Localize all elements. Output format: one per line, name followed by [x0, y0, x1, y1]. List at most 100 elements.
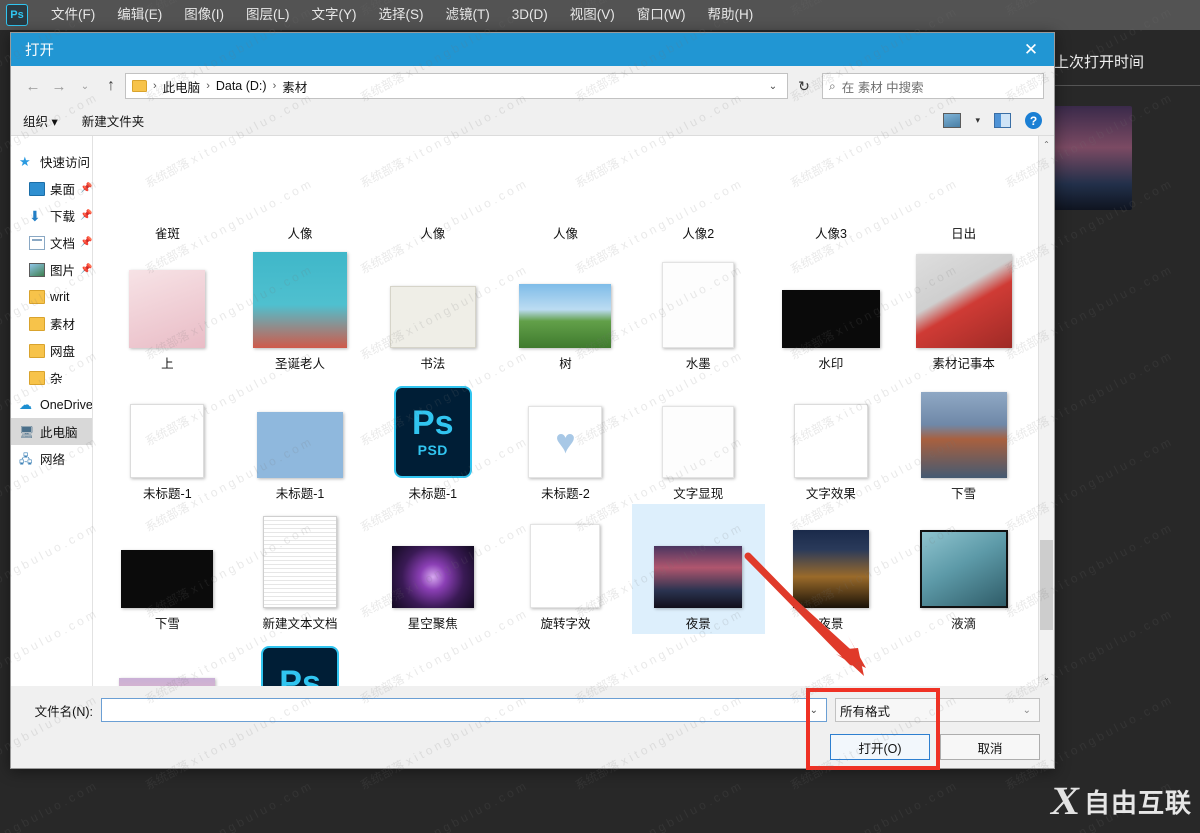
menu-item-3[interactable]: 图层(L)	[235, 0, 301, 30]
breadcrumb-data-drive[interactable]: Data (D:)	[213, 79, 270, 93]
file-label: 未标题-1	[143, 487, 192, 501]
menu-item-10[interactable]: 帮助(H)	[696, 0, 764, 30]
menu-item-0[interactable]: 文件(F)	[40, 0, 106, 30]
scrollbar-thumb[interactable]	[1040, 540, 1053, 630]
file-item[interactable]: 圣诞老人	[234, 244, 367, 374]
file-item[interactable]: 文字显现	[632, 374, 765, 504]
file-item[interactable]: 新建文本文档	[234, 504, 367, 634]
file-item[interactable]: 未标题-1	[101, 374, 234, 504]
close-icon[interactable]: ✕	[1008, 33, 1054, 66]
sidebar-item-8[interactable]: 杂	[11, 364, 92, 391]
chevron-down-icon[interactable]: ⌄	[1019, 705, 1035, 716]
preview-pane-icon[interactable]	[994, 113, 1011, 128]
file-item[interactable]: 人像	[366, 136, 499, 244]
file-thumbnail	[662, 406, 735, 478]
sidebar-item-label: 杂	[50, 372, 63, 386]
sidebar-item-2[interactable]: ⬇ 下载 📌	[11, 202, 92, 229]
breadcrumb-this-pc[interactable]: 此电脑	[160, 77, 204, 96]
file-label: 水印	[818, 357, 844, 371]
back-icon[interactable]: ←	[21, 73, 45, 99]
filetype-select[interactable]: 所有格式 ⌄	[835, 698, 1040, 722]
organize-button[interactable]: 组织 ▾	[23, 111, 58, 130]
sidebar-item-5[interactable]: writ	[11, 283, 92, 310]
menu-item-8[interactable]: 视图(V)	[559, 0, 626, 30]
file-item[interactable]: 人像	[234, 136, 367, 244]
file-item-selected[interactable]: 夜景	[631, 504, 765, 634]
file-thumbnail	[919, 530, 1008, 608]
breadcrumb-current-folder[interactable]: 素材	[279, 77, 310, 96]
menu-item-1[interactable]: 编辑(E)	[106, 0, 173, 30]
file-label: 人像2	[682, 227, 715, 241]
sidebar-item-6[interactable]: 素材	[11, 310, 92, 337]
sidebar-item-7[interactable]: 网盘	[11, 337, 92, 364]
menu-item-4[interactable]: 文字(Y)	[301, 0, 368, 30]
scroll-down-icon[interactable]: ⌄	[1039, 669, 1054, 686]
menu-item-7[interactable]: 3D(D)	[501, 0, 559, 30]
file-thumbnail	[792, 530, 869, 608]
sidebar-item-0[interactable]: ★ 快速访问	[11, 148, 92, 175]
menu-item-6[interactable]: 滤镜(T)	[435, 0, 501, 30]
file-label: 未标题-1	[408, 487, 458, 501]
forward-icon[interactable]: →	[47, 73, 71, 99]
file-item[interactable]: Ps PSD 未标题-1	[366, 374, 499, 504]
file-item[interactable]: 液滴	[897, 504, 1030, 634]
file-item[interactable]: 日出	[897, 136, 1030, 244]
scroll-up-icon[interactable]: ⌃	[1039, 136, 1054, 153]
new-folder-button[interactable]: 新建文件夹	[82, 111, 145, 130]
this-pc-icon: 🖥	[19, 424, 35, 439]
sort-value[interactable]: 上次打开时间	[1054, 51, 1144, 72]
vertical-scrollbar[interactable]: ⌃ ⌄	[1038, 136, 1054, 686]
file-item[interactable]: 水印	[765, 244, 898, 374]
file-label: 未标题-2	[541, 487, 590, 501]
cancel-button[interactable]: 取消	[940, 734, 1040, 760]
up-one-level-icon[interactable]: ↑	[99, 73, 123, 99]
sidebar-item-9[interactable]: ☁ OneDrive	[11, 391, 92, 418]
file-item[interactable]: 人像2	[632, 136, 765, 244]
file-item[interactable]: 云彩	[101, 634, 234, 686]
sidebar-item-label: 快速访问	[40, 156, 91, 170]
thumbnail-wrap: PsPSD	[393, 386, 472, 478]
file-item[interactable]: 水墨	[632, 244, 765, 374]
desktop-icon	[29, 181, 45, 196]
file-item[interactable]: 下雪	[897, 374, 1030, 504]
file-item[interactable]: 雀斑	[101, 136, 234, 244]
refresh-icon[interactable]: ↻	[790, 73, 818, 99]
file-thumbnail	[793, 404, 868, 478]
sidebar-item-3[interactable]: 文档 📌	[11, 229, 92, 256]
help-icon[interactable]: ?	[1025, 112, 1042, 129]
file-item[interactable]: 星空聚焦	[366, 504, 499, 634]
file-item[interactable]: 上	[101, 244, 234, 374]
file-item[interactable]: 文字效果	[765, 374, 898, 504]
file-item[interactable]: 素材记事本	[897, 244, 1030, 374]
file-item[interactable]: 旋转字效	[499, 504, 632, 634]
address-bar[interactable]: › 此电脑 › Data (D:) › 素材 ⌄	[125, 73, 788, 99]
filename-input[interactable]	[106, 703, 806, 717]
file-label: 新建文本文档	[262, 617, 338, 631]
recent-locations-icon[interactable]: ⌄	[73, 73, 97, 99]
file-item[interactable]: PsPSD褶皱	[234, 634, 367, 686]
file-label: 人像	[420, 227, 446, 241]
chevron-down-icon[interactable]: ▾	[975, 115, 980, 126]
file-item[interactable]: 未标题-1	[234, 374, 367, 504]
sidebar-item-4[interactable]: 图片 📌	[11, 256, 92, 283]
sidebar-item-1[interactable]: 桌面 📌	[11, 175, 92, 202]
file-item[interactable]: 树	[499, 244, 632, 374]
filename-field[interactable]: ⌄	[101, 698, 827, 722]
view-mode-icon[interactable]	[943, 113, 962, 128]
file-item[interactable]: 夜景	[765, 504, 898, 634]
file-item[interactable]: 人像3	[765, 136, 898, 244]
search-input[interactable]: ⌕ 在 素材 中搜索	[822, 73, 1044, 99]
menu-item-9[interactable]: 窗口(W)	[626, 0, 697, 30]
file-item[interactable]: 下雪	[101, 504, 234, 634]
menu-item-5[interactable]: 选择(S)	[368, 0, 435, 30]
file-item[interactable]: ♥ 未标题-2	[499, 374, 632, 504]
file-item[interactable]: 人像	[499, 136, 632, 244]
chevron-down-icon[interactable]: ⌄	[763, 81, 783, 92]
open-button[interactable]: 打开(O)	[830, 734, 930, 760]
file-item[interactable]: 书法	[366, 244, 499, 374]
menu-item-2[interactable]: 图像(I)	[173, 0, 235, 30]
file-thumbnail	[920, 392, 1007, 478]
chevron-down-icon[interactable]: ⌄	[806, 705, 822, 716]
sidebar-item-10[interactable]: 🖥 此电脑	[11, 418, 92, 445]
sidebar-item-11[interactable]: 🖧 网络	[11, 445, 92, 472]
